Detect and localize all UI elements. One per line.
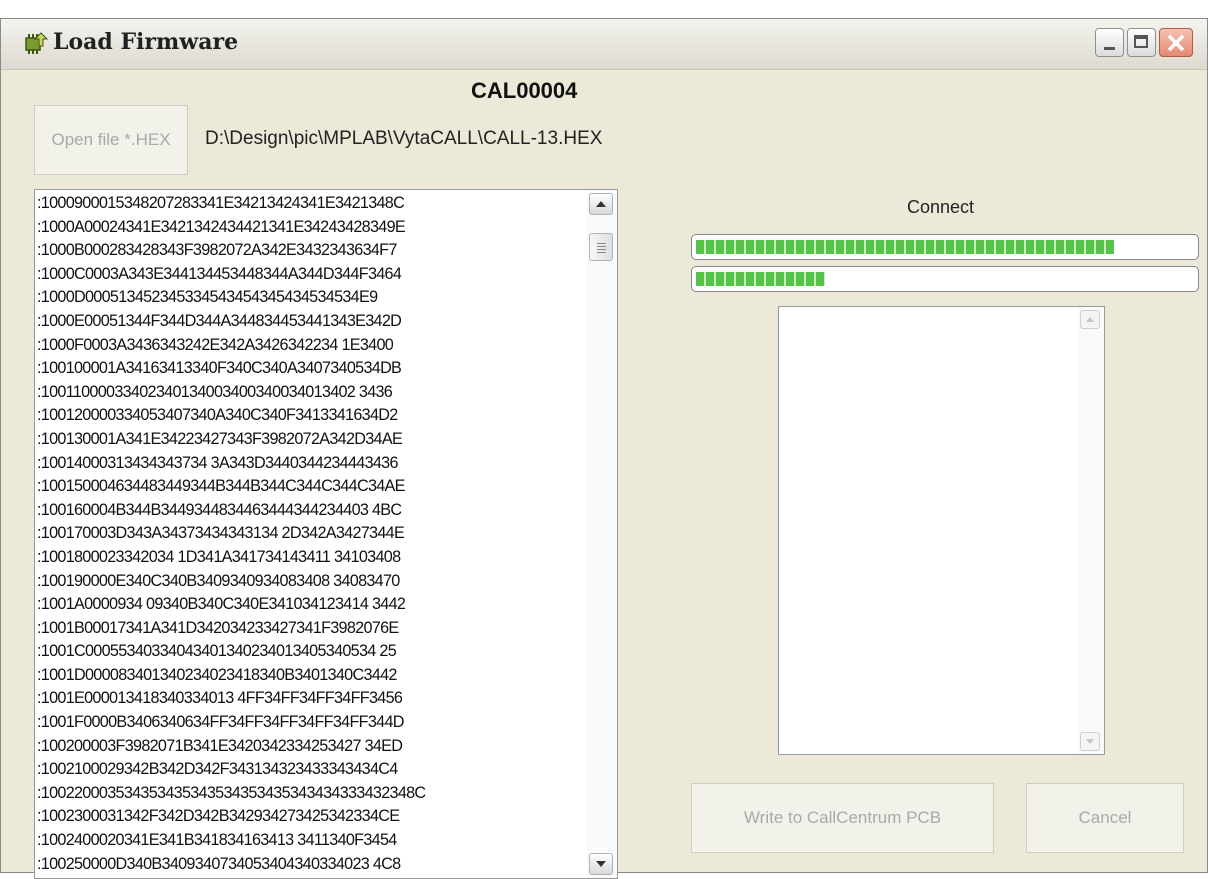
scroll-down-arrow-icon (596, 861, 606, 867)
hex-line: :100200003F3982071B341E3420342334253427 … (37, 736, 403, 755)
title-bar[interactable]: Load Firmware (1, 19, 1207, 70)
hex-line: :1002300031342F342D342B34293427342534233… (37, 807, 400, 826)
hex-line: :1001F0000B3406340634FF34FF34FF34FF34FF3… (37, 713, 404, 732)
maximize-icon (1134, 35, 1148, 48)
scroll-down-arrow-icon (1086, 739, 1094, 744)
file-path-label: D:\Design\pic\MPLAB\VytaCALL\CALL-13.HEX (205, 128, 603, 149)
hex-line: :10014000313434343734 3A343D344034423444… (37, 453, 398, 472)
hex-line: :1001C0005534033404340134023401340534053… (37, 642, 397, 661)
hex-line: :1000C0003A343E344134453448344A344D344F3… (37, 264, 402, 283)
minimize-button[interactable] (1095, 28, 1124, 57)
minimize-icon (1104, 47, 1115, 50)
hex-content-textbox[interactable]: :1000900015348207283341E34213424341E3421… (34, 189, 618, 879)
log-scrollbar[interactable] (1078, 307, 1104, 754)
scroll-up-arrow-icon (596, 201, 606, 207)
progress-bar-secondary-fill (696, 272, 825, 286)
hex-line: :100190000E340C340B3409340934083408 3408… (37, 571, 400, 590)
hex-line: :1002100029342B342D342F34313432343334343… (37, 760, 398, 779)
close-icon (1167, 34, 1185, 52)
window-title: Load Firmware (53, 29, 239, 55)
hex-line: :1000900015348207283341E34213424341E3421… (37, 194, 405, 212)
hex-line: :1001D000083401340234023418340B3401340C3… (37, 665, 397, 684)
hex-lines-list: :1000900015348207283341E34213424341E3421… (37, 192, 587, 876)
status-log-textbox[interactable] (778, 306, 1105, 755)
progress-bar-primary (691, 234, 1199, 260)
hex-line: :1000E00051344F344D344A344834453441343E3… (37, 311, 402, 330)
log-scroll-up-button[interactable] (1080, 310, 1100, 329)
scroll-up-button[interactable] (589, 193, 613, 215)
open-hex-file-button[interactable]: Open file *.HEX (34, 105, 188, 175)
hex-line: :100170003D343A34373434343134 2D342A3427… (37, 524, 405, 543)
hex-line: :1000F0003A3436343242E342A3426342234 1E3… (37, 335, 394, 354)
log-scroll-down-button[interactable] (1080, 732, 1100, 751)
hex-line: :100130001A341E34223427343F3982072A342D3… (37, 429, 403, 448)
write-to-pcb-button[interactable]: Write to CallCentrum PCB (691, 783, 994, 853)
hex-line: :100160004B344B3449344834463444344234403… (37, 500, 402, 519)
load-firmware-window: Load Firmware Open file *.HEX CAL00004 D… (0, 18, 1208, 879)
connect-label: Connect (907, 197, 975, 217)
scroll-down-button[interactable] (589, 853, 613, 875)
progress-bar-secondary (691, 266, 1199, 292)
hex-line: :10011000033402340134003400340034013402 … (37, 382, 393, 401)
hex-line: :1000A00024341E3421342434421341E34243428… (37, 217, 406, 236)
cancel-button[interactable]: Cancel (1026, 783, 1184, 853)
hex-line: :100120000334053407340A340C340F341334163… (37, 406, 398, 425)
progress-bar-primary-fill (696, 240, 1114, 254)
close-button[interactable] (1159, 28, 1193, 57)
firmware-chip-icon (25, 32, 49, 54)
hex-line: :1001E000013418340334013 4FF34FF34FF34FF… (37, 689, 403, 708)
hex-line: :1000B000283428343F3982072A342E343234363… (37, 241, 397, 260)
hex-line: :100220003534353435343534353435343434333… (37, 783, 426, 802)
device-id-label: CAL00004 (471, 78, 578, 103)
hex-line: :1002400020341E341B341834163413 3411340F… (37, 831, 397, 850)
hex-line: :100100001A34163413340F340C340A340734053… (37, 359, 402, 378)
hex-line: :1001800023342034 1D341A341734143411 341… (37, 547, 401, 566)
maximize-button[interactable] (1127, 28, 1156, 57)
scroll-up-arrow-icon (1086, 317, 1094, 322)
hex-line: :1001B00017341A341D342034233427341F39820… (37, 618, 399, 637)
hex-scrollbar[interactable] (587, 190, 617, 878)
scroll-thumb[interactable] (589, 233, 613, 261)
hex-line: :1001A0000934 09340B340C340E341034123414… (37, 595, 406, 614)
hex-line: :1000D000513452345334543454345434534534E… (37, 288, 378, 307)
hex-line: :100150004634483449344B344B344C344C344C3… (37, 477, 405, 496)
